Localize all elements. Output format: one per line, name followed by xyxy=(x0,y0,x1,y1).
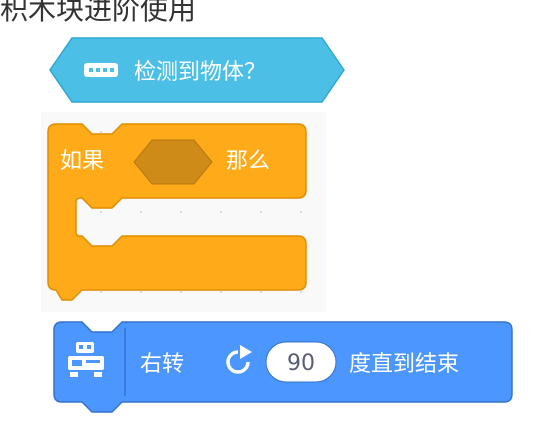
turn-label-suffix: 度直到结束 xyxy=(349,352,459,377)
if-then-block[interactable]: 如果 那么 xyxy=(47,123,307,301)
code-blocks-canvas: 检测到物体？ 如果 那么 右转 90 度直到结束 xyxy=(47,37,513,413)
sensor-block-label: 检测到物体？ xyxy=(134,60,266,85)
sensor-icon xyxy=(84,63,118,77)
then-label: 那么 xyxy=(226,149,270,174)
if-label: 如果 xyxy=(60,149,104,174)
sensor-detect-block[interactable]: 检测到物体？ xyxy=(49,37,345,103)
turn-label-prefix: 右转 xyxy=(140,352,184,377)
degree-value: 90 xyxy=(287,351,315,376)
turn-right-block[interactable]: 右转 90 度直到结束 xyxy=(53,321,513,413)
